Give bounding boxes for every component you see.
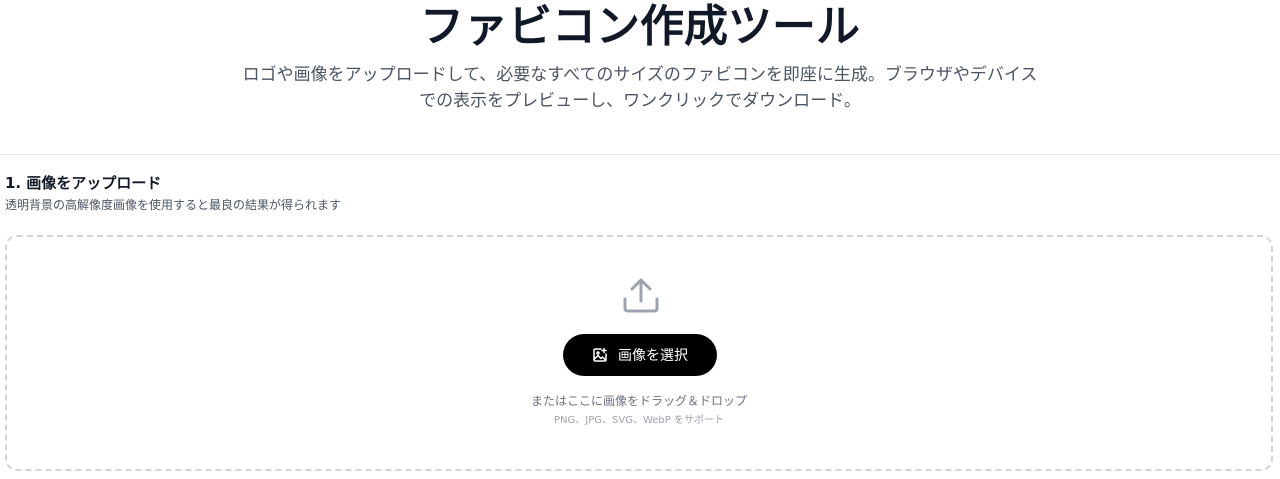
page-description: ロゴや画像をアップロードして、必要なすべてのサイズのファビコンを即座に生成。ブラ… <box>242 65 1038 111</box>
image-dropzone[interactable]: 画像を選択 またはここに画像をドラッグ＆ドロップ PNG、JPG、SVG、Web… <box>5 235 1273 471</box>
section-divider <box>0 154 1280 155</box>
upload-section-title: 1. 画像をアップロード <box>5 174 162 192</box>
supported-formats-text: PNG、JPG、SVG、WebP をサポート <box>554 415 724 426</box>
drop-hint-text: またはここに画像をドラッグ＆ドロップ <box>530 394 747 408</box>
select-image-button-label: 画像を選択 <box>618 348 688 364</box>
upload-section-subtitle: 透明背景の高解像度画像を使用すると最良の結果が得られます <box>5 198 342 212</box>
image-plus-icon <box>592 347 608 363</box>
hero-section: ファビコン作成ツール ロゴや画像をアップロードして、必要なすべてのサイズのファビ… <box>0 0 1280 155</box>
select-image-button[interactable]: 画像を選択 <box>563 334 717 376</box>
page-title: ファビコン作成ツール <box>420 1 860 52</box>
upload-icon <box>621 275 661 315</box>
